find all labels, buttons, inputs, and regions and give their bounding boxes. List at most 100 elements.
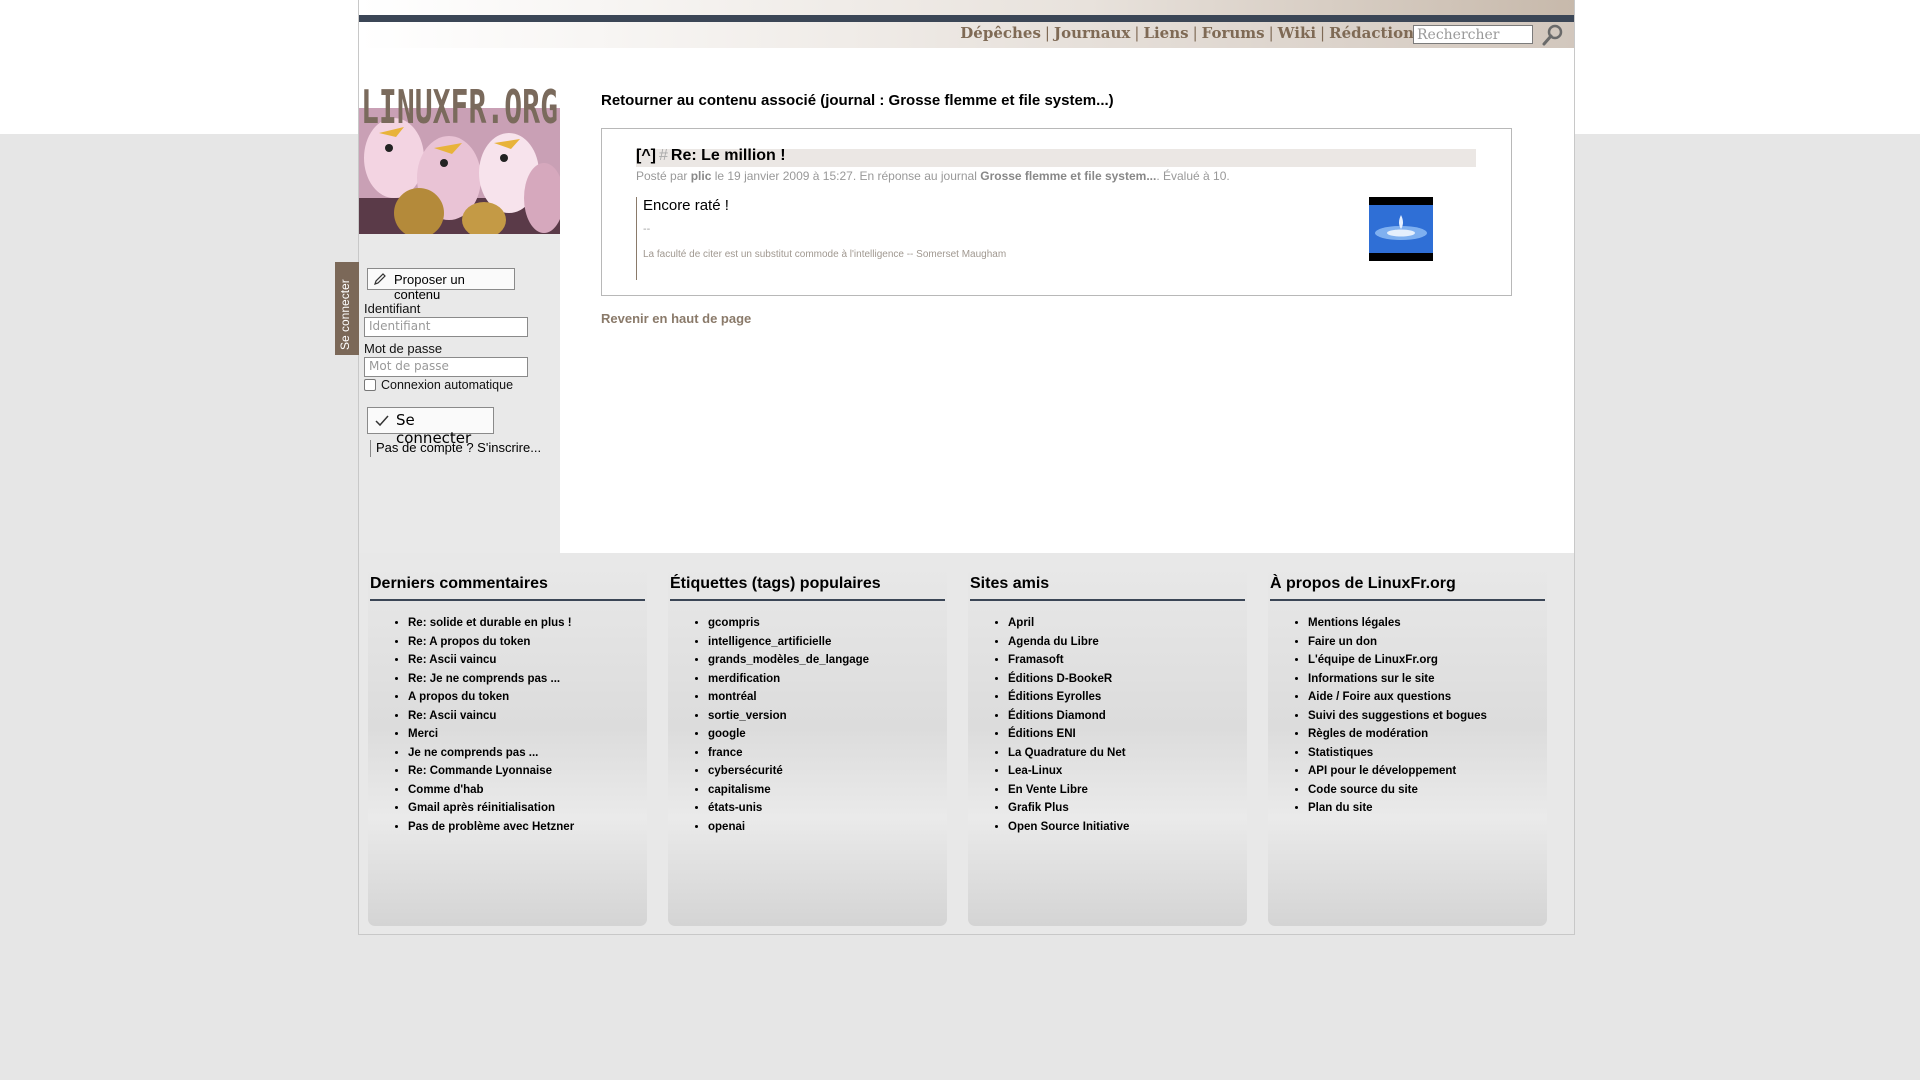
footer-link[interactable]: Agenda du Libre: [1008, 633, 1129, 652]
footer-col-title: Sites amis: [970, 575, 1245, 601]
footer-link[interactable]: L'équipe de LinuxFr.org: [1308, 651, 1487, 670]
footer-link[interactable]: gcompris: [708, 614, 869, 633]
back-to-content-link[interactable]: Retourner au contenu associé (journal : …: [601, 92, 1114, 109]
site-logo[interactable]: LINUXFR.ORG: [359, 48, 560, 234]
footer-link[interactable]: Pas de problème avec Hetzner: [408, 818, 574, 837]
footer-link[interactable]: Suivi des suggestions et bogues: [1308, 707, 1487, 726]
search-input[interactable]: Rechercher: [1413, 25, 1533, 44]
main-nav: Dépêches | Journaux | Liens | Forums | Wiki | Réda…: [960, 24, 1414, 42]
footer-col-comments: Derniers commentaires Re: solide et dura…: [368, 565, 647, 926]
footer-link[interactable]: grands_modèles_de_langage: [708, 651, 869, 670]
footer-link[interactable]: Aide / Foire aux questions: [1308, 688, 1487, 707]
nav-bar: Dépêches | Journaux | Liens | Forums | Wiki | Réda…: [359, 22, 1574, 48]
footer-link[interactable]: google: [708, 725, 869, 744]
footer-link[interactable]: Open Source Initiative: [1008, 818, 1129, 837]
footer-link[interactable]: Lea-Linux: [1008, 762, 1129, 781]
footer-col-friends: Sites amis AprilAgenda du LibreFramasoft…: [968, 565, 1247, 926]
signup-link[interactable]: Pas de compte ? S'inscrire...: [370, 440, 541, 457]
footer-link[interactable]: openai: [708, 818, 869, 837]
back-to-top-link[interactable]: Revenir en haut de page: [601, 311, 751, 326]
comment-body: Encore raté ! -- La faculté de citer est…: [636, 197, 1006, 280]
remember-checkbox[interactable]: [364, 379, 376, 391]
meta-score: . Évalué à 10.: [1156, 169, 1230, 183]
footer-link[interactable]: Framasoft: [1008, 651, 1129, 670]
footer-link[interactable]: Re: A propos du token: [408, 633, 574, 652]
footer-link[interactable]: Re: Commande Lyonnaise: [408, 762, 574, 781]
footer-link[interactable]: April: [1008, 614, 1129, 633]
footer-link[interactable]: Je ne comprends pas ...: [408, 744, 574, 763]
footer-link[interactable]: Éditions ENI: [1008, 725, 1129, 744]
meta-date: le 19 janvier 2009 à 15:27. En réponse a…: [711, 169, 981, 183]
footer-link[interactable]: france: [708, 744, 869, 763]
footer-link[interactable]: Informations sur le site: [1308, 670, 1487, 689]
sidebar: LINUXFR.ORG Se connecter Proposer un con…: [335, 48, 560, 553]
nav-depeches[interactable]: Dépêches: [960, 24, 1041, 42]
login-field[interactable]: Identifiant: [364, 317, 528, 337]
connect-button[interactable]: Se connecter: [367, 407, 494, 447]
footer: Derniers commentaires Re: solide et dura…: [359, 553, 1574, 934]
login-tab-label: Se connecter: [338, 279, 352, 350]
footer-link[interactable]: Code source du site: [1308, 781, 1487, 800]
footer-link[interactable]: Merci: [408, 725, 574, 744]
permalink[interactable]: #: [659, 147, 668, 164]
footer-link[interactable]: Éditions Diamond: [1008, 707, 1129, 726]
footer-link[interactable]: En Vente Libre: [1008, 781, 1129, 800]
footer-link[interactable]: Éditions D-BookeR: [1008, 670, 1129, 689]
magnifier-icon[interactable]: [1541, 23, 1565, 47]
propose-content-label: Proposer un contenu: [394, 272, 465, 302]
login-tab[interactable]: Se connecter: [335, 262, 359, 355]
footer-link[interactable]: Gmail après réinitialisation: [408, 799, 574, 818]
footer-link[interactable]: Grafik Plus: [1008, 799, 1129, 818]
check-icon: [375, 415, 389, 427]
nav-forums[interactable]: Forums: [1202, 24, 1265, 42]
page: Dépêches | Journaux | Liens | Forums | Wiki | Réda…: [335, 0, 1575, 935]
footer-link[interactable]: Plan du site: [1308, 799, 1487, 818]
password-field[interactable]: Mot de passe: [364, 357, 528, 377]
footer-link[interactable]: Re: Je ne comprends pas ...: [408, 670, 574, 689]
footer-link[interactable]: La Quadrature du Net: [1008, 744, 1129, 763]
footer-link[interactable]: Faire un don: [1308, 633, 1487, 652]
footer-link[interactable]: états-unis: [708, 799, 869, 818]
footer-link[interactable]: Règles de modération: [1308, 725, 1487, 744]
footer-col-title: Étiquettes (tags) populaires: [670, 575, 945, 601]
signature: La faculté de citer est un substitut com…: [643, 249, 1007, 260]
nav-wiki[interactable]: Wiki: [1278, 24, 1316, 42]
comment-title: [^] # Re: Le million !: [636, 147, 786, 165]
footer-link[interactable]: merdification: [708, 670, 869, 689]
pencil-icon: [374, 273, 386, 285]
top-strip: [359, 0, 1574, 15]
nav-liens[interactable]: Liens: [1143, 24, 1188, 42]
nav-redaction[interactable]: Rédaction: [1329, 24, 1414, 42]
footer-link[interactable]: Statistiques: [1308, 744, 1487, 763]
dark-bar: [359, 15, 1574, 22]
footer-link[interactable]: Mentions légales: [1308, 614, 1487, 633]
comment-text: Encore raté !: [643, 197, 729, 214]
propose-content-button[interactable]: Proposer un contenu: [367, 268, 515, 302]
comment-title-text[interactable]: Re: Le million !: [671, 147, 786, 164]
footer-link[interactable]: Éditions Eyrolles: [1008, 688, 1129, 707]
avatar: [1369, 197, 1433, 261]
footer-link[interactable]: montréal: [708, 688, 869, 707]
footer-link[interactable]: capitalisme: [708, 781, 869, 800]
footer-link[interactable]: Re: Ascii vaincu: [408, 707, 574, 726]
login-label: Identifiant: [364, 301, 421, 316]
remember-label: Connexion automatique: [381, 378, 514, 392]
author-link[interactable]: plic: [691, 169, 712, 183]
journal-link[interactable]: Grosse flemme et file system...: [980, 169, 1156, 183]
parent-anchor-link[interactable]: [^]: [636, 147, 656, 164]
footer-link[interactable]: intelligence_artificielle: [708, 633, 869, 652]
footer-link[interactable]: Re: Ascii vaincu: [408, 651, 574, 670]
comment-meta: Posté par plic le 19 janvier 2009 à 15:2…: [636, 169, 1230, 183]
password-label: Mot de passe: [364, 341, 443, 356]
footer-link[interactable]: A propos du token: [408, 688, 574, 707]
footer-col-title: À propos de LinuxFr.org: [1270, 575, 1545, 601]
footer-col-title: Derniers commentaires: [370, 575, 645, 601]
footer-link[interactable]: cybersécurité: [708, 762, 869, 781]
footer-link[interactable]: sortie_version: [708, 707, 869, 726]
meta-prefix: Posté par: [636, 169, 691, 183]
footer-col-tags: Étiquettes (tags) populaires gcomprisint…: [668, 565, 947, 926]
footer-link[interactable]: API pour le développement: [1308, 762, 1487, 781]
footer-link[interactable]: Comme d'hab: [408, 781, 574, 800]
nav-journaux[interactable]: Journaux: [1054, 24, 1130, 42]
footer-link[interactable]: Re: solide et durable en plus !: [408, 614, 574, 633]
